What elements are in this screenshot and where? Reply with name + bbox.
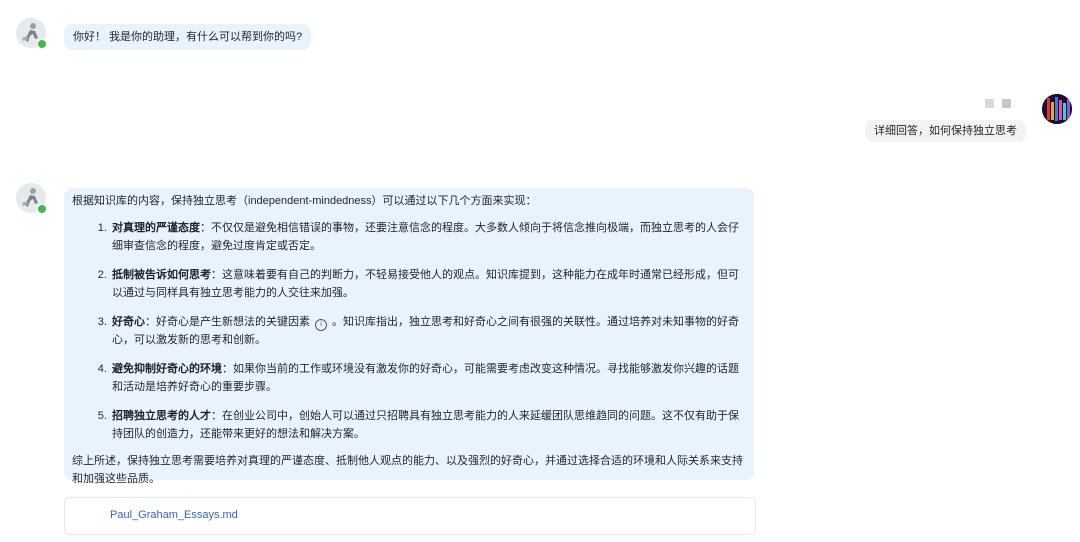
list-item: 抵制被告诉如何思考：这意味着要有自己的判断力，不轻易接受他人的观点。知识库提到，… xyxy=(110,266,746,302)
bot-avatar xyxy=(16,18,47,49)
greeting-text: 你好！ 我是你的助理，有什么可以帮到你的吗? xyxy=(73,31,303,43)
copy-icon[interactable] xyxy=(985,99,994,108)
list-item-title: 抵制被告诉如何思考 xyxy=(112,269,211,281)
list-item-body: ：不仅仅是避免相信错误的事物，还要注意信念的程度。大多数人倾向于将信念推向极端，… xyxy=(112,222,739,252)
list-item-title: 招聘独立思考的人才 xyxy=(112,410,211,422)
list-item-title: 好奇心 xyxy=(112,316,145,328)
greeting-bubble: 你好！ 我是你的助理，有什么可以帮到你的吗? xyxy=(64,24,312,50)
list-item: 避免抑制好奇心的环境：如果你当前的工作或环境没有激发你的好奇心，可能需要考虑改变… xyxy=(110,360,746,396)
list-item-body: ：好奇心是产生新想法的关键因素 xyxy=(145,316,310,328)
info-icon[interactable]: i xyxy=(315,319,327,331)
user-avatar-icon xyxy=(1042,94,1072,124)
user-avatar xyxy=(1042,94,1072,124)
user-message-text: 详细回答，如何保持独立思考 xyxy=(874,125,1017,137)
answer-intro: 根据知识库的内容，保持独立思考（independent-mindedness）可… xyxy=(72,195,537,207)
source-card[interactable]: Paul_Graham_Essays.md xyxy=(64,497,756,535)
list-item: 好奇心：好奇心是产生新想法的关键因素i。知识库指出，独立思考和好奇心之间有很强的… xyxy=(110,313,746,349)
answer-bubble: 根据知识库的内容，保持独立思考（independent-mindedness）可… xyxy=(64,188,754,485)
edit-icon[interactable] xyxy=(1002,99,1011,108)
list-item-title: 对真理的严谨态度 xyxy=(112,222,200,234)
list-item: 招聘独立思考的人才：在创业公司中，创始人可以通过只招聘具有独立思考能力的人来延缓… xyxy=(110,407,746,443)
online-status-dot xyxy=(37,204,47,214)
source-file-link[interactable]: Paul_Graham_Essays.md xyxy=(110,509,238,521)
list-item-title: 避免抑制好奇心的环境 xyxy=(112,363,222,375)
answer-list: 对真理的严谨态度：不仅仅是避免相信错误的事物，还要注意信念的程度。大多数人倾向于… xyxy=(72,219,746,443)
user-message-actions xyxy=(985,99,1011,108)
bot-avatar xyxy=(16,183,47,214)
user-message-bubble: 详细回答，如何保持独立思考 xyxy=(865,120,1026,142)
online-status-dot xyxy=(37,39,47,49)
answer-summary: 综上所述，保持独立思考需要培养对真理的严谨态度、抵制他人观点的能力、以及强烈的好… xyxy=(72,455,743,485)
list-item: 对真理的严谨态度：不仅仅是避免相信错误的事物，还要注意信念的程度。大多数人倾向于… xyxy=(110,219,746,255)
